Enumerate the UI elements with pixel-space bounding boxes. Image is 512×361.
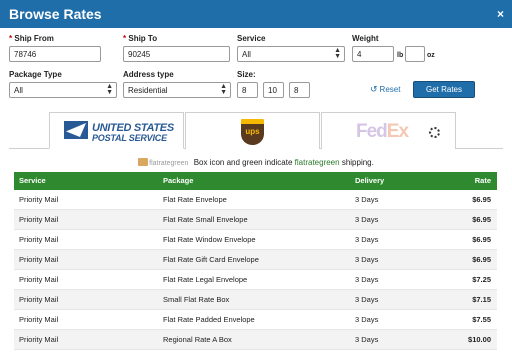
table-header: Service Package Delivery Rate — [14, 172, 497, 190]
fedex-logo: FedEx — [356, 121, 409, 142]
ship-from-label: * Ship From — [9, 34, 54, 43]
row-package: Regional Rate A Box — [163, 335, 232, 344]
size-width-field[interactable]: 10 — [263, 82, 284, 98]
row-service: Priority Mail — [19, 195, 59, 204]
row-package: Flat Rate Window Envelope — [163, 235, 256, 244]
rates-table: Service Package Delivery Rate Priority M… — [14, 172, 497, 350]
weight-oz-unit: oz — [427, 52, 435, 59]
row-delivery: 3 Days — [355, 275, 379, 284]
row-package: Flat Rate Padded Envelope — [163, 315, 255, 324]
header-service[interactable]: Service — [19, 172, 46, 190]
tab-usps[interactable]: UNITED STATES POSTAL SERVICE — [49, 112, 184, 149]
row-rate: $7.25 — [472, 275, 491, 284]
ship-to-label: * Ship To — [123, 34, 158, 43]
row-package: Flat Rate Small Envelope — [163, 215, 248, 224]
package-type-select-value: All — [14, 86, 23, 95]
package-type-select[interactable]: All ▲ ▼ — [9, 82, 117, 98]
reset-label: Reset — [379, 85, 401, 94]
table-row[interactable]: Priority Mail Small Flat Rate Box 3 Days $7… — [14, 290, 497, 310]
table-row[interactable]: Priority Mail Flat Rate Padded Envelope 3 … — [14, 310, 497, 330]
select-arrows-icon: ▲ ▼ — [106, 83, 113, 96]
table-row[interactable]: Priority Mail Regional Rate A Box 3 Days $1… — [14, 330, 497, 350]
address-type-select-value: Residential — [128, 86, 168, 95]
row-service: Priority Mail — [19, 275, 59, 284]
service-label: Service — [237, 34, 266, 43]
row-delivery: 3 Days — [355, 295, 379, 304]
select-arrows-icon: ▲ ▼ — [334, 47, 341, 60]
weight-oz-field[interactable] — [405, 46, 425, 62]
row-delivery: 3 Days — [355, 215, 379, 224]
row-rate: $7.55 — [472, 315, 491, 324]
reset-button[interactable]: ↺ Reset — [370, 84, 400, 95]
service-select[interactable]: All ▲ ▼ — [237, 46, 345, 62]
reset-icon: ↺ — [370, 84, 378, 94]
tab-ups[interactable]: ups — [185, 112, 320, 149]
package-type-label: Package Type — [9, 70, 62, 79]
row-service: Priority Mail — [19, 295, 59, 304]
row-delivery: 3 Days — [355, 335, 379, 344]
row-rate: $7.15 — [472, 295, 491, 304]
tab-fedex[interactable]: FedEx — [321, 112, 456, 149]
legend-text-after: shipping. — [341, 158, 374, 167]
header-rate[interactable]: Rate — [475, 172, 491, 190]
usps-logo-line2: POSTAL SERVICE — [92, 133, 167, 143]
carrier-tabs: UNITED STATES POSTAL SERVICE ups FedEx — [0, 112, 512, 149]
address-type-label: Address type — [123, 70, 174, 79]
row-rate: $6.95 — [472, 215, 491, 224]
legend-green-word: flatrategreen — [294, 158, 340, 167]
row-service: Priority Mail — [19, 255, 59, 264]
row-delivery: 3 Days — [355, 255, 379, 264]
row-delivery: 3 Days — [355, 315, 379, 324]
row-package: Flat Rate Envelope — [163, 195, 227, 204]
window-title: Browse Rates — [9, 6, 102, 22]
service-select-value: All — [242, 50, 251, 59]
legend-text-before: Box icon and green indicate — [193, 158, 293, 167]
header-delivery[interactable]: Delivery — [355, 172, 384, 190]
table-row[interactable]: Priority Mail Flat Rate Small Envelope 3 D… — [14, 210, 497, 230]
table-row[interactable]: Priority Mail Flat Rate Window Envelope 3 … — [14, 230, 497, 250]
row-service: Priority Mail — [19, 315, 59, 324]
loading-spinner-icon — [429, 127, 440, 138]
row-service: Priority Mail — [19, 215, 59, 224]
window-titlebar: Browse Rates × — [0, 0, 512, 28]
box-icon — [138, 158, 149, 166]
close-icon[interactable]: × — [497, 7, 504, 21]
row-service: Priority Mail — [19, 335, 59, 344]
size-label: Size: — [237, 70, 256, 79]
size-height-field[interactable]: 8 — [289, 82, 310, 98]
row-rate: $6.95 — [472, 255, 491, 264]
ups-logo-text: ups — [245, 127, 260, 136]
row-service: Priority Mail — [19, 235, 59, 244]
row-package: Flat Rate Gift Card Envelope — [163, 255, 259, 264]
get-rates-button[interactable]: Get Rates — [413, 81, 475, 98]
row-package: Small Flat Rate Box — [163, 295, 230, 304]
table-row[interactable]: Priority Mail Flat Rate Legal Envelope 3 D… — [14, 270, 497, 290]
row-delivery: 3 Days — [355, 195, 379, 204]
row-rate: $10.00 — [468, 335, 491, 344]
address-type-select[interactable]: Residential ▲ ▼ — [123, 82, 231, 98]
weight-lb-field[interactable]: 4 — [352, 46, 394, 62]
box-icon-label: flatrategreen — [149, 160, 189, 167]
ship-to-field[interactable]: 90245 — [123, 46, 230, 62]
ups-shield-icon: ups — [241, 119, 264, 145]
weight-lb-unit: lb — [397, 52, 404, 59]
table-row[interactable]: Priority Mail Flat Rate Gift Card Envelop… — [14, 250, 497, 270]
row-rate: $6.95 — [472, 235, 491, 244]
flatrate-legend: flatrategreen Box icon and green indicat… — [0, 158, 512, 167]
table-row[interactable]: Priority Mail Flat Rate Envelope 3 Days $6.… — [14, 190, 497, 210]
row-delivery: 3 Days — [355, 235, 379, 244]
size-length-field[interactable]: 8 — [237, 82, 258, 98]
row-package: Flat Rate Legal Envelope — [163, 275, 248, 284]
weight-label: Weight — [352, 34, 379, 43]
header-package[interactable]: Package — [163, 172, 193, 190]
row-rate: $6.95 — [472, 195, 491, 204]
select-arrows-icon: ▲ ▼ — [220, 83, 227, 96]
ship-from-field[interactable]: 78746 — [9, 46, 101, 62]
